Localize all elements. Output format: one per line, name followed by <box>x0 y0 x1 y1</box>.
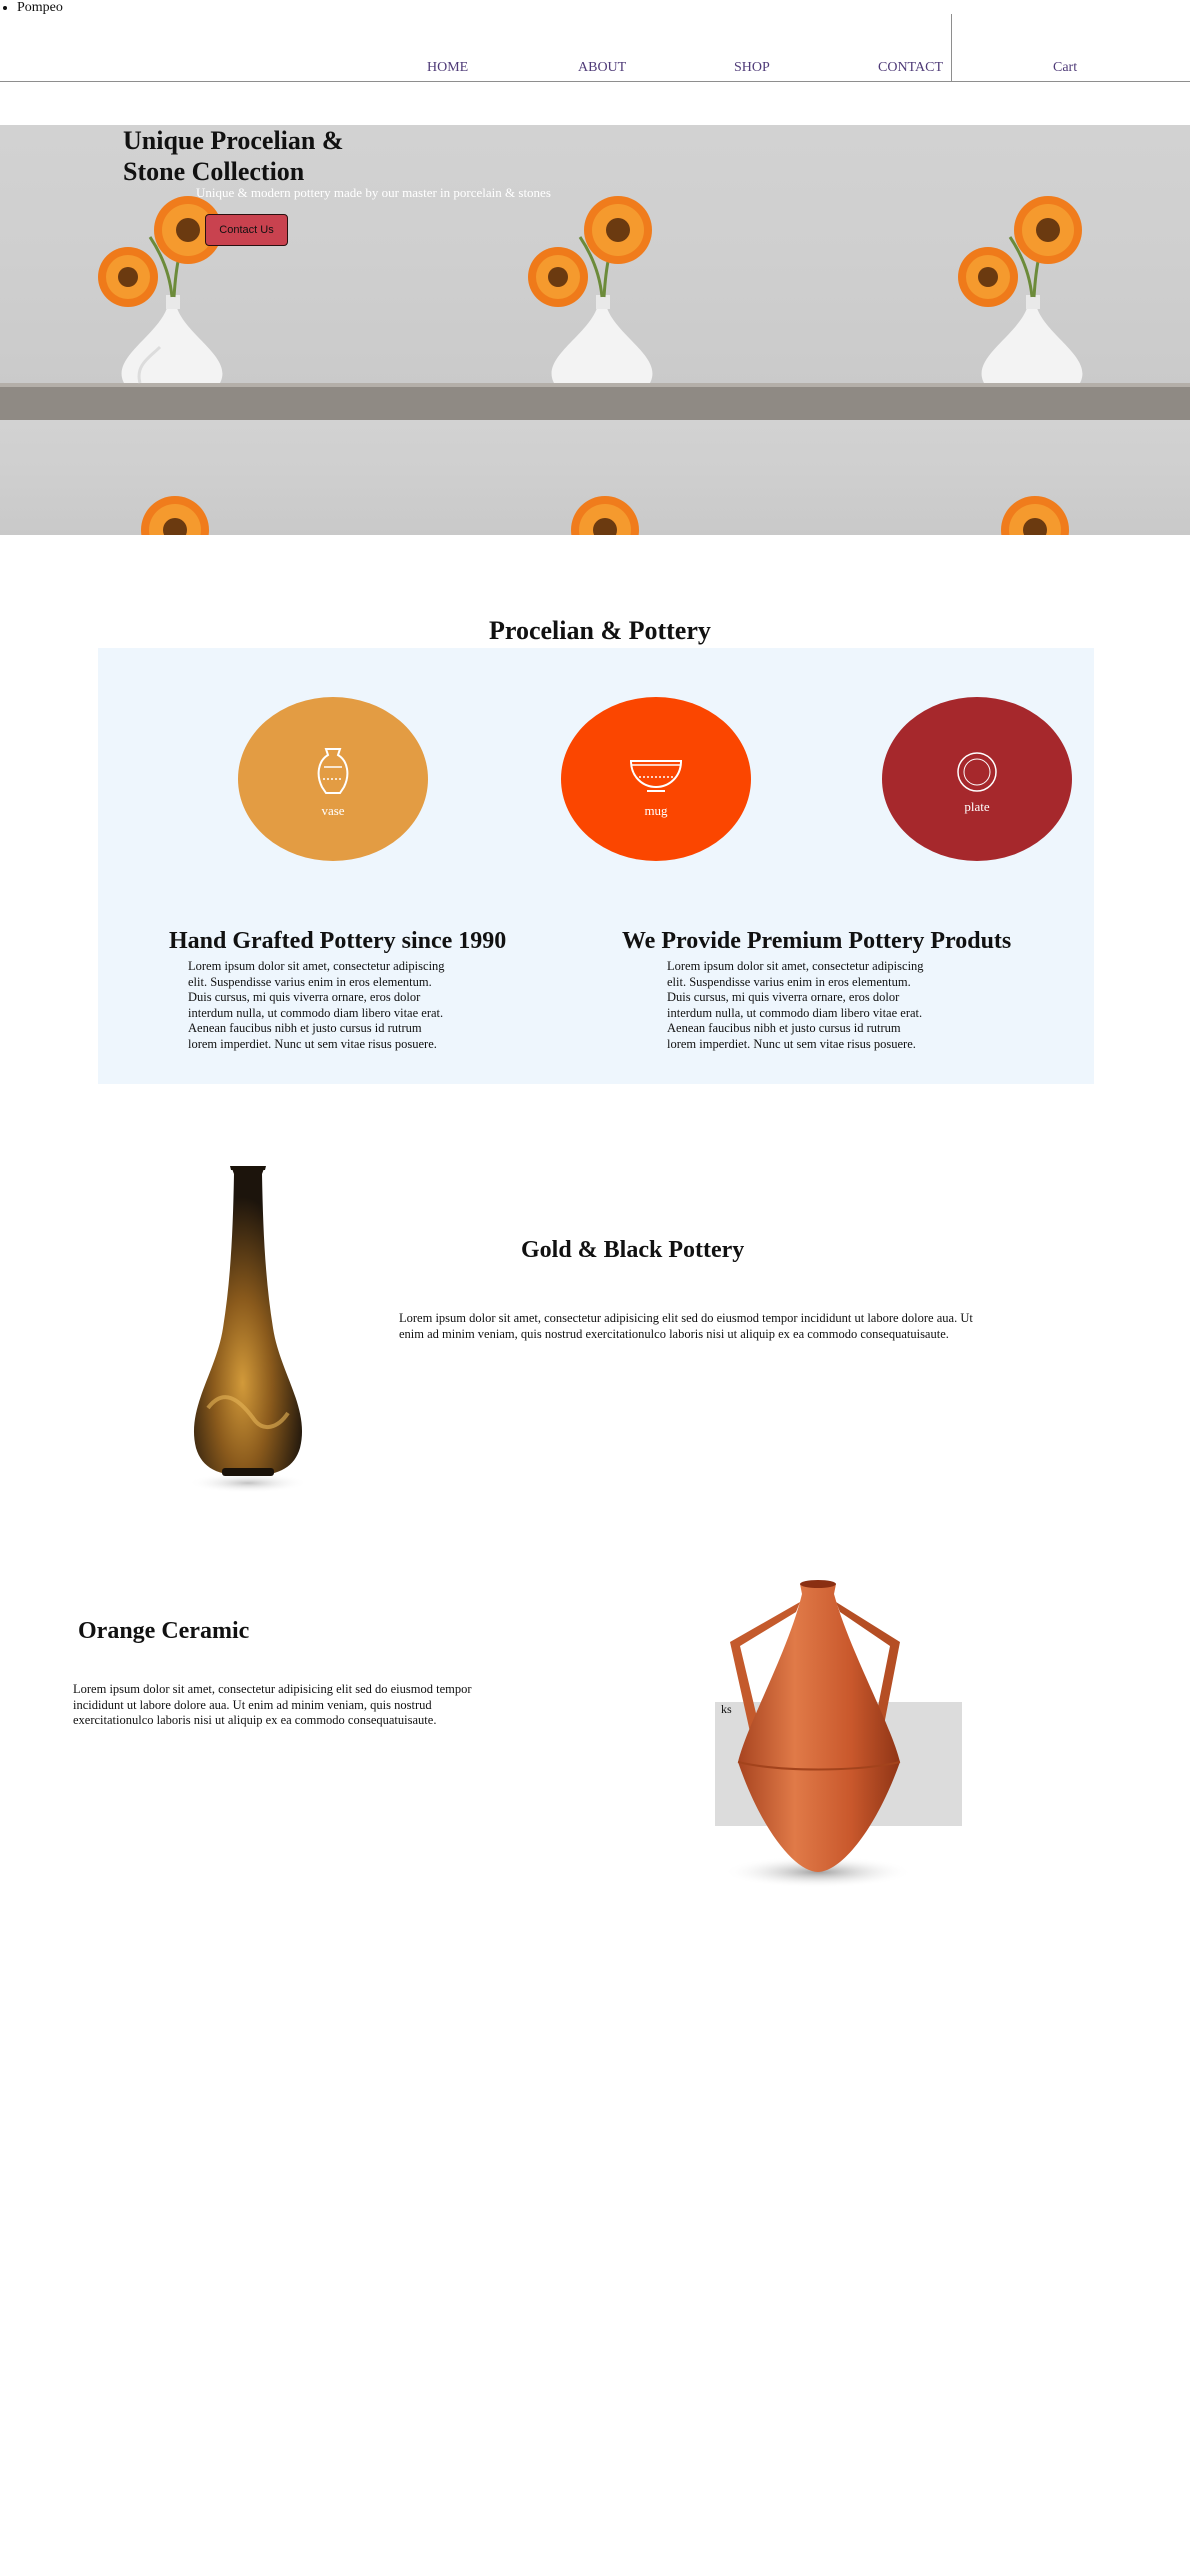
category-mug-label: mug <box>644 803 668 818</box>
orange-ceramic-text: Lorem ipsum dolor sit amet, consectetur … <box>73 1682 472 1727</box>
hero-background-tile <box>0 420 430 535</box>
gold-black-text: Lorem ipsum dolor sit amet, consectetur … <box>399 1311 973 1341</box>
feature-title-premium: We Provide Premium Pottery Produts <box>622 928 1012 954</box>
nav-cart-link[interactable]: Cart <box>1053 60 1077 76</box>
hero-title-line1: Unique Procelian & <box>123 126 344 155</box>
brand-list: Pompeo <box>0 0 63 16</box>
category-mug[interactable]: mug <box>561 697 751 861</box>
nav-about-link[interactable]: ABOUT <box>578 60 626 76</box>
hero-background-tile <box>860 420 1190 535</box>
nav-home-link[interactable]: HOME <box>427 60 468 76</box>
vase-icon <box>317 748 349 794</box>
brand-name[interactable]: Pompeo <box>17 0 63 16</box>
hero-background-tile <box>860 125 1190 420</box>
feature-text-handcrafted: Lorem ipsum dolor sit amet, consectetur … <box>188 959 445 1051</box>
flower-vase-image <box>571 496 639 535</box>
bowl-icon <box>629 760 683 792</box>
flower-vase-image <box>430 196 860 420</box>
hero-background-tile <box>430 420 860 535</box>
pottery-panel: vase mug plate Hand Grafted Pottery sinc… <box>98 648 1094 1084</box>
flower-vase-image <box>1001 496 1069 535</box>
gold-black-title: Gold & Black Pottery <box>521 1237 745 1263</box>
hero-background-tile <box>430 125 860 420</box>
nav-shop-link[interactable]: SHOP <box>734 60 770 76</box>
plate-icon <box>957 752 997 792</box>
orange-ceramic-vase-image <box>723 1580 913 1888</box>
pottery-section-title: Procelian & Pottery <box>489 616 711 645</box>
flower-vase-image <box>860 196 1190 420</box>
category-plate-label: plate <box>964 799 990 814</box>
nav-divider-vertical <box>951 14 952 82</box>
hero-subtitle: Unique & modern pottery made by our mast… <box>196 185 551 200</box>
flower-vase-image <box>141 496 209 535</box>
hero-title: Unique Procelian & Stone Collection <box>123 125 344 187</box>
category-vase-label: vase <box>321 803 345 818</box>
nav-divider <box>0 81 1190 82</box>
contact-us-button[interactable]: Contact Us <box>205 214 288 246</box>
category-vase[interactable]: vase <box>238 697 428 861</box>
hero-section: Unique Procelian & Stone Collection Uniq… <box>0 125 1190 535</box>
category-plate[interactable]: plate <box>882 697 1072 861</box>
orange-ceramic-title: Orange Ceramic <box>78 1618 250 1644</box>
gold-black-vase-image <box>188 1166 308 1493</box>
feature-text-premium: Lorem ipsum dolor sit amet, consectetur … <box>667 959 924 1051</box>
nav-contact-link[interactable]: CONTACT <box>878 60 943 76</box>
hero-title-line2: Stone Collection <box>123 157 305 186</box>
feature-title-handcrafted: Hand Grafted Pottery since 1990 <box>169 928 507 954</box>
